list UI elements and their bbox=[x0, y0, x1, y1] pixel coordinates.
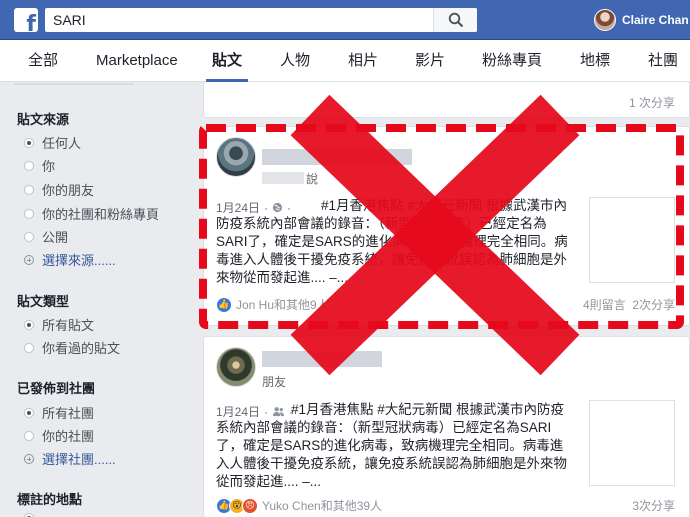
radio-selected-icon bbox=[24, 137, 34, 148]
post-card: 說 1月24日 · · #1月香港焦點 #大紀元新聞 根據武漢市內防疫系統內部會… bbox=[203, 126, 690, 326]
tab-all[interactable]: 全部 bbox=[28, 40, 58, 82]
plus-icon bbox=[24, 453, 34, 464]
filter-option-your-groups[interactable]: 你的社團 bbox=[24, 426, 94, 445]
radio-icon bbox=[24, 160, 34, 171]
search-input[interactable] bbox=[53, 11, 423, 29]
search-icon bbox=[448, 12, 464, 28]
profile-link[interactable]: Claire Chan bbox=[594, 6, 689, 34]
search-button[interactable] bbox=[433, 8, 477, 32]
tab-posts[interactable]: 貼文 bbox=[205, 40, 249, 82]
angry-reaction-icon: 😠 bbox=[242, 497, 258, 514]
post-author-subtitle: 說 bbox=[306, 172, 319, 186]
filter-option-anyone[interactable]: 任何人 bbox=[24, 133, 81, 152]
filter-sidebar: 貼文來源 任何人 你 你的朋友 你的社團和粉絲專頁 公開 選擇來源...... … bbox=[0, 83, 200, 517]
avatar[interactable] bbox=[216, 137, 256, 177]
post-card: 朋友 1月24日 · · #1月香港焦點 #大紀元新聞 根據武漢市內防疫系統內部… bbox=[203, 336, 690, 517]
avatar[interactable] bbox=[216, 347, 256, 387]
like-reaction-icon: 👍 bbox=[216, 296, 232, 313]
user-name: Claire Chan bbox=[622, 13, 689, 27]
tab-places[interactable]: 地標 bbox=[580, 40, 610, 82]
radio-selected-icon bbox=[24, 319, 34, 330]
post-text: #1月香港焦點 #大紀元新聞 根據武漢市內防疫系統內部會議的錄音：（新型冠狀病毒… bbox=[216, 198, 568, 285]
link-thumbnail[interactable] bbox=[589, 197, 675, 283]
tab-pages[interactable]: 粉絲專頁 bbox=[482, 40, 542, 82]
radio-icon bbox=[24, 184, 34, 195]
radio-selected-icon bbox=[24, 407, 34, 418]
tab-people[interactable]: 人物 bbox=[280, 40, 310, 82]
blurred-author-name bbox=[262, 149, 412, 165]
clipped-text bbox=[14, 83, 134, 85]
post-footer: 👍 😮 😠 Yuko Chen和其他39人 3次分享 bbox=[216, 497, 675, 515]
choose-source-link[interactable]: 選擇來源...... bbox=[24, 250, 116, 269]
link-thumbnail[interactable] bbox=[589, 400, 675, 486]
filter-heading-post-source: 貼文來源 bbox=[17, 112, 70, 127]
top-bar: f Claire Chan bbox=[0, 0, 690, 40]
blurred-author-name bbox=[262, 351, 382, 367]
choose-group-link[interactable]: 選擇社團...... bbox=[24, 449, 116, 468]
blurred-author-meta bbox=[262, 172, 304, 184]
tab-marketplace[interactable]: Marketplace bbox=[96, 40, 178, 82]
filter-option-public[interactable]: 公開 bbox=[24, 227, 68, 246]
filter-heading-posted-in-group: 已發佈到社團 bbox=[17, 381, 96, 396]
filter-option-seen-posts[interactable]: 你看過的貼文 bbox=[24, 338, 120, 357]
search-filter-tabs: 全部 Marketplace 貼文 人物 相片 影片 粉絲專頁 地標 社團 bbox=[0, 40, 690, 82]
tab-photos[interactable]: 相片 bbox=[348, 40, 378, 82]
filter-option-friends[interactable]: 你的朋友 bbox=[24, 180, 94, 199]
radio-icon bbox=[24, 231, 34, 242]
filter-option-you[interactable]: 你 bbox=[24, 156, 55, 175]
filter-heading-post-type: 貼文類型 bbox=[17, 294, 70, 309]
filter-option-all-groups[interactable]: 所有社團 bbox=[24, 403, 94, 422]
avatar bbox=[594, 9, 616, 31]
search-box bbox=[45, 8, 477, 32]
share-count[interactable]: 3次分享 bbox=[632, 499, 675, 513]
tab-groups[interactable]: 社團 bbox=[648, 40, 678, 82]
post-footer: 👍 Jon Hu和其他9人 4則留言 2次分享 bbox=[216, 296, 675, 314]
radio-icon bbox=[24, 430, 34, 441]
radio-selected-icon bbox=[24, 513, 34, 517]
radio-icon bbox=[24, 342, 34, 353]
share-count[interactable]: 1 次分享 bbox=[629, 94, 675, 111]
radio-icon bbox=[24, 208, 34, 219]
reaction-summary[interactable]: Yuko Chen和其他39人 bbox=[262, 497, 382, 514]
filter-option-groups-pages[interactable]: 你的社團和粉絲專頁 bbox=[24, 204, 159, 223]
post-text: #1月香港焦點 #大紀元新聞 根據武漢市內防疫系統內部會議的錄音：（新型冠狀病毒… bbox=[216, 402, 567, 489]
filter-option-all-posts[interactable]: 所有貼文 bbox=[24, 315, 94, 334]
comment-count[interactable]: 4則留言 bbox=[583, 298, 626, 312]
plus-icon bbox=[24, 254, 34, 265]
facebook-logo-icon[interactable]: f bbox=[14, 8, 38, 32]
filter-heading-tagged-location: 標註的地點 bbox=[17, 492, 83, 507]
tab-videos[interactable]: 影片 bbox=[415, 40, 445, 82]
reaction-summary[interactable]: Jon Hu和其他9人 bbox=[236, 296, 329, 313]
post-author-subtitle: 朋友 bbox=[262, 375, 287, 389]
previous-post-card: 1 次分享 bbox=[203, 82, 690, 118]
filter-option-location[interactable] bbox=[24, 513, 42, 517]
share-count[interactable]: 2次分享 bbox=[632, 298, 675, 312]
